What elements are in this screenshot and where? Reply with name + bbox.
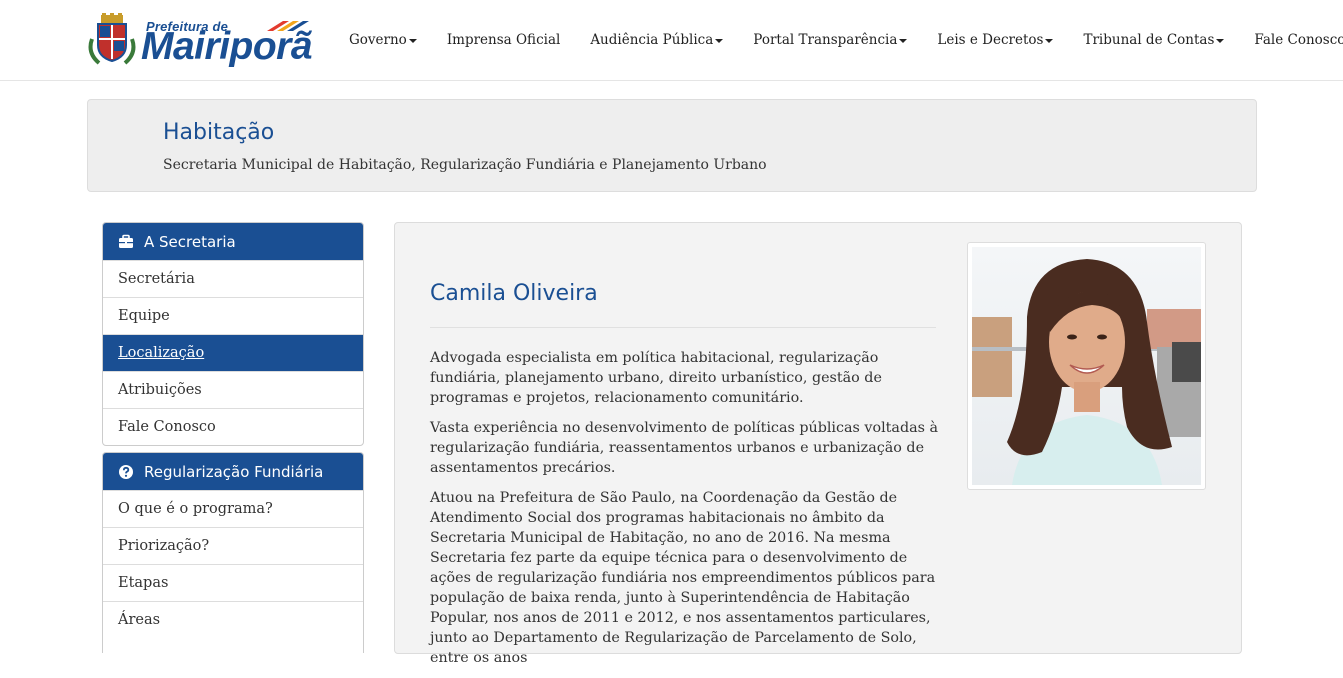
portrait-image [972, 247, 1201, 485]
sidebar-item-fale-conosco[interactable]: Fale Conosco [103, 408, 363, 445]
nav-tribunal-contas[interactable]: Tribunal de Contas [1068, 32, 1239, 48]
nav-governo[interactable]: Governo [334, 32, 432, 48]
nav-leis-decretos[interactable]: Leis e Decretos [922, 32, 1068, 48]
page-title: Habitação [163, 120, 275, 145]
caret-down-icon [1045, 38, 1054, 43]
sidebar-item-atribuicoes[interactable]: Atribuições [103, 371, 363, 408]
logo-main-text: Mairiporã [141, 25, 313, 68]
page-header: Habitação Secretaria Municipal de Habita… [87, 99, 1257, 192]
site-logo[interactable]: Prefeitura de Mairiporã [87, 13, 319, 69]
bio-paragraph: Atuou na Prefeitura de São Paulo, na Coo… [430, 490, 936, 666]
divider [430, 327, 936, 328]
bio-paragraph: Advogada especialista em política habita… [430, 350, 882, 406]
page-subtitle: Secretaria Municipal de Habitação, Regul… [163, 157, 767, 173]
sidebar-panel-regularizacao: Regularização Fundiária O que é o progra… [102, 452, 364, 653]
person-name: Camila Oliveira [430, 281, 598, 306]
bio-paragraph: Vasta experiência no desenvolvimento de … [430, 420, 939, 476]
profile-content: Camila Oliveira Advogada especialista em… [394, 222, 1242, 666]
nav-imprensa-oficial[interactable]: Imprensa Oficial [432, 32, 576, 48]
sidebar-item-equipe[interactable]: Equipe [103, 297, 363, 334]
caret-down-icon [1216, 38, 1225, 43]
top-navbar: Prefeitura de Mairiporã Governo Imprensa… [0, 0, 1343, 81]
panel-title: Regularização Fundiária [144, 462, 324, 481]
sidebar-item-etapas[interactable]: Etapas [103, 564, 363, 601]
city-crest-icon [88, 13, 136, 65]
sidebar-item-secretaria[interactable]: Secretária [103, 260, 363, 297]
caret-down-icon [899, 38, 908, 43]
question-circle-icon [119, 464, 133, 479]
panel-heading: Regularização Fundiária [103, 453, 363, 490]
profile-photo [967, 242, 1206, 490]
nav-audiencia-publica[interactable]: Audiência Pública [575, 32, 738, 48]
sidebar-item-priorizacao[interactable]: Priorização? [103, 527, 363, 564]
caret-down-icon [715, 38, 724, 43]
panel-title: A Secretaria [144, 232, 236, 251]
nav-portal-transparencia[interactable]: Portal Transparência [738, 32, 922, 48]
bio-text: Advogada especialista em política habita… [430, 348, 942, 678]
sidebar-item-localizacao[interactable]: Localização [103, 334, 363, 371]
sidebar-panel-secretaria: A Secretaria Secretária Equipe Localizaç… [102, 222, 364, 446]
main-nav: Governo Imprensa Oficial Audiência Públi… [334, 0, 1343, 80]
sidebar-item-o-que-e-o-programa[interactable]: O que é o programa? [103, 490, 363, 527]
caret-down-icon [408, 38, 417, 43]
sidebar-item-areas[interactable]: Áreas [103, 601, 363, 638]
panel-heading: A Secretaria [103, 223, 363, 260]
briefcase-icon [119, 234, 133, 248]
nav-fale-conosco[interactable]: Fale Conosco [1239, 32, 1343, 48]
